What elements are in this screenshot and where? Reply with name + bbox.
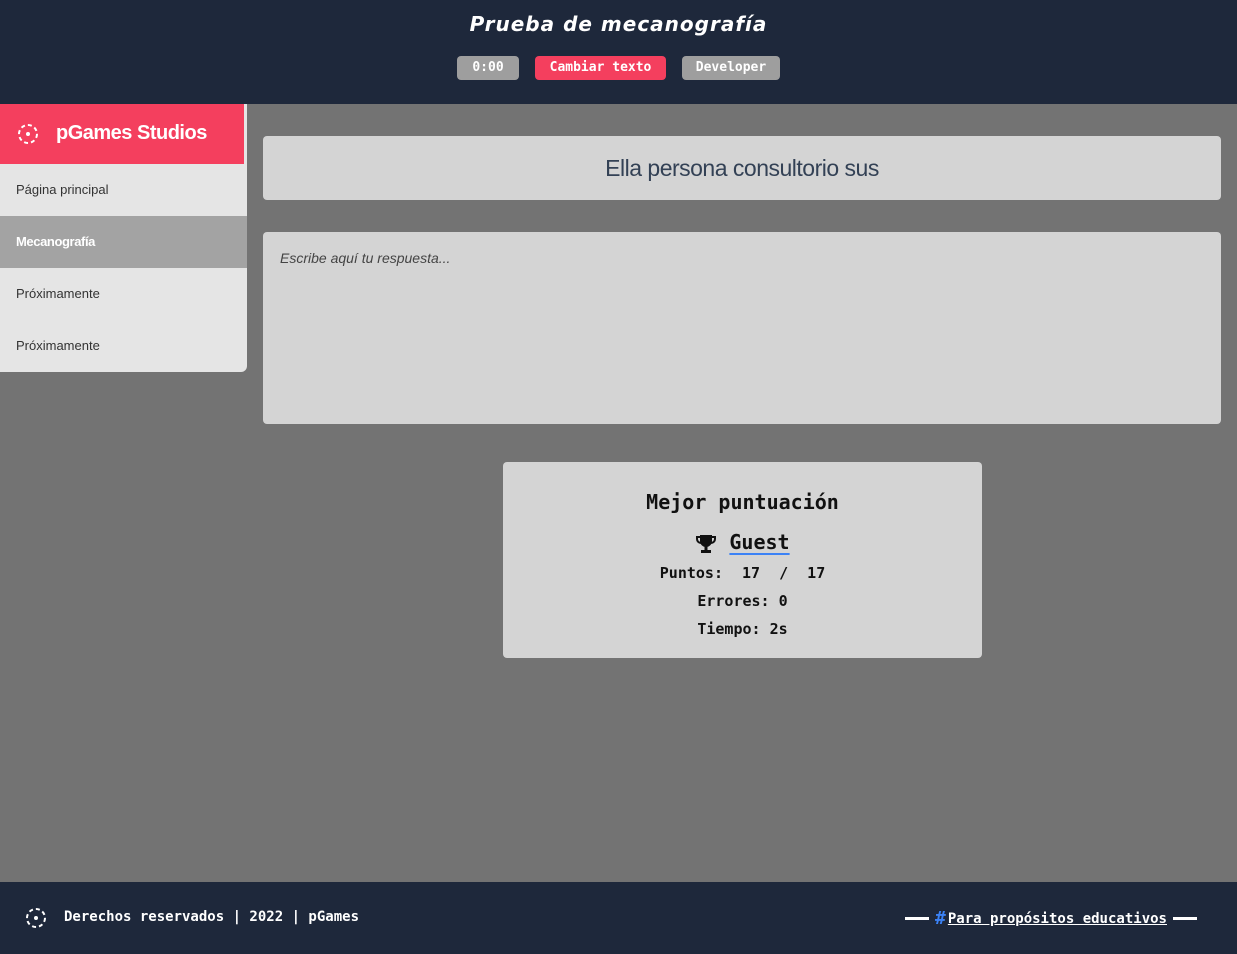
- sidebar: pGames Studios Página principal Mecanogr…: [0, 104, 247, 372]
- best-score-user-link[interactable]: Guest: [729, 530, 789, 554]
- timer-button[interactable]: 0:00: [457, 56, 519, 80]
- footer: Derechos reservados | 2022 | pGames # Pa…: [0, 882, 1237, 954]
- errors-label: Errores:: [697, 592, 770, 610]
- sidebar-item-coming-soon-2[interactable]: Próximamente: [0, 320, 247, 372]
- points-separator: /: [779, 564, 789, 582]
- developer-button[interactable]: Developer: [682, 56, 780, 80]
- best-score-title: Mejor puntuación: [646, 490, 839, 514]
- change-text-button[interactable]: Cambiar texto: [535, 56, 666, 80]
- sidebar-item-coming-soon-1[interactable]: Próximamente: [0, 268, 247, 320]
- brand-name: pGames Studios: [56, 122, 207, 144]
- errors-value: 0: [778, 592, 788, 610]
- points-line: Puntos: 17 / 17: [503, 564, 982, 582]
- header: Prueba de mecanografía 0:00 Cambiar text…: [0, 0, 1237, 104]
- page-title: Prueba de mecanografía: [469, 12, 768, 36]
- best-score-card: Mejor puntuación Guest Puntos: 17 / 17 E…: [503, 462, 982, 658]
- time-value: 2s: [769, 620, 788, 638]
- sidebar-item-home[interactable]: Página principal: [0, 164, 247, 216]
- time-label: Tiempo:: [697, 620, 761, 638]
- left-dash: [905, 917, 929, 920]
- footer-education: # Para propósitos educativos: [899, 908, 1203, 929]
- trophy-icon: [696, 534, 717, 553]
- brand[interactable]: pGames Studios: [0, 104, 244, 164]
- time-line: Tiempo: 2s: [503, 620, 982, 638]
- dashed-circle-icon: [26, 908, 46, 928]
- points-total: 17: [807, 564, 826, 582]
- target-text: Ella persona consultorio sus: [263, 136, 1221, 200]
- education-link[interactable]: Para propósitos educativos: [948, 911, 1167, 927]
- dashed-circle-icon: [18, 124, 38, 144]
- right-dash: [1173, 917, 1197, 920]
- hash-icon: #: [935, 908, 946, 929]
- answer-input[interactable]: [263, 232, 1221, 424]
- errors-line: Errores: 0: [503, 592, 982, 610]
- sidebar-item-typing[interactable]: Mecanografía: [0, 216, 247, 268]
- copyright-text: Derechos reservados | 2022 | pGames: [64, 909, 360, 925]
- points-label: Puntos:: [659, 564, 723, 582]
- best-score-user: Guest: [503, 530, 982, 555]
- points-value: 17: [742, 564, 761, 582]
